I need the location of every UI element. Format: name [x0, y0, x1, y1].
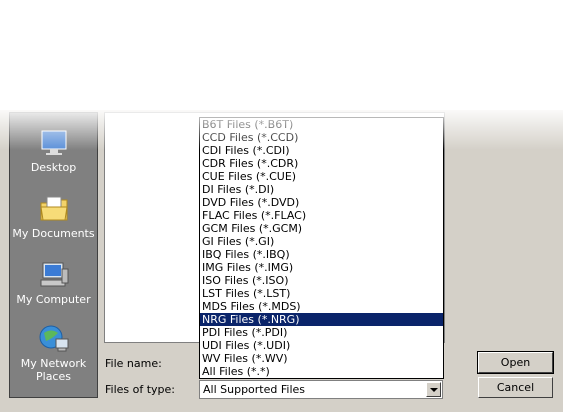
cancel-button[interactable]: Cancel — [478, 377, 553, 398]
desktop-icon — [41, 130, 66, 155]
dropdown-option[interactable]: DI Files (*.DI) — [200, 183, 443, 196]
place-label: Desktop — [30, 161, 77, 174]
dropdown-option[interactable]: LST Files (*.LST) — [200, 287, 443, 300]
dropdown-option[interactable]: PDI Files (*.PDI) — [200, 326, 443, 339]
dropdown-option[interactable]: B6T Files (*.B6T) — [200, 118, 443, 131]
dropdown-option[interactable]: MDS Files (*.MDS) — [200, 300, 443, 313]
chevron-down-icon[interactable] — [426, 382, 441, 397]
my-documents-icon — [39, 196, 68, 221]
dropdown-option[interactable]: CCD Files (*.CCD) — [200, 131, 443, 144]
my-computer-icon — [40, 262, 68, 287]
place-network[interactable]: My Network Places — [10, 323, 97, 383]
dropdown-option[interactable]: DVD Files (*.DVD) — [200, 196, 443, 209]
place-my-documents[interactable]: My Documents — [10, 193, 97, 240]
place-label: My Documents — [12, 227, 95, 240]
place-label: My Computer — [16, 293, 91, 306]
dropdown-option[interactable]: ISO Files (*.ISO) — [200, 274, 443, 287]
dropdown-option[interactable]: CUE Files (*.CUE) — [200, 170, 443, 183]
place-my-computer[interactable]: My Computer — [10, 259, 97, 306]
dropdown-option[interactable]: GCM Files (*.GCM) — [200, 222, 443, 235]
dropdown-option[interactable]: UDI Files (*.UDI) — [200, 339, 443, 352]
dropdown-option[interactable]: CDR Files (*.CDR) — [200, 157, 443, 170]
files-of-type-label: Files of type: — [105, 383, 176, 396]
files-of-type-value: All Supported Files — [203, 383, 306, 396]
dropdown-option[interactable]: GI Files (*.GI) — [200, 235, 443, 248]
dropdown-option[interactable]: NRG Files (*.NRG) — [200, 313, 443, 326]
network-places-icon — [39, 325, 68, 352]
place-label: My Network Places — [20, 357, 87, 383]
places-bar: Desktop My Documents My Computer My Netw… — [9, 112, 98, 398]
dropdown-option[interactable]: IBQ Files (*.IBQ) — [200, 248, 443, 261]
dropdown-option[interactable]: WV Files (*.WV) — [200, 352, 443, 365]
open-button[interactable]: Open — [477, 351, 554, 374]
files-of-type-select[interactable]: All Supported Files — [199, 380, 443, 399]
dropdown-option[interactable]: CDI Files (*.CDI) — [200, 144, 443, 157]
place-desktop[interactable]: Desktop — [10, 127, 97, 174]
dropdown-option[interactable]: IMG Files (*.IMG) — [200, 261, 443, 274]
file-name-label: File name: — [105, 357, 162, 370]
dropdown-option[interactable]: FLAC Files (*.FLAC) — [200, 209, 443, 222]
files-of-type-dropdown[interactable]: B6T Files (*.B6T) CCD Files (*.CCD) CDI Fi… — [199, 117, 444, 379]
dropdown-option[interactable]: All Files (*.*) — [200, 365, 443, 378]
